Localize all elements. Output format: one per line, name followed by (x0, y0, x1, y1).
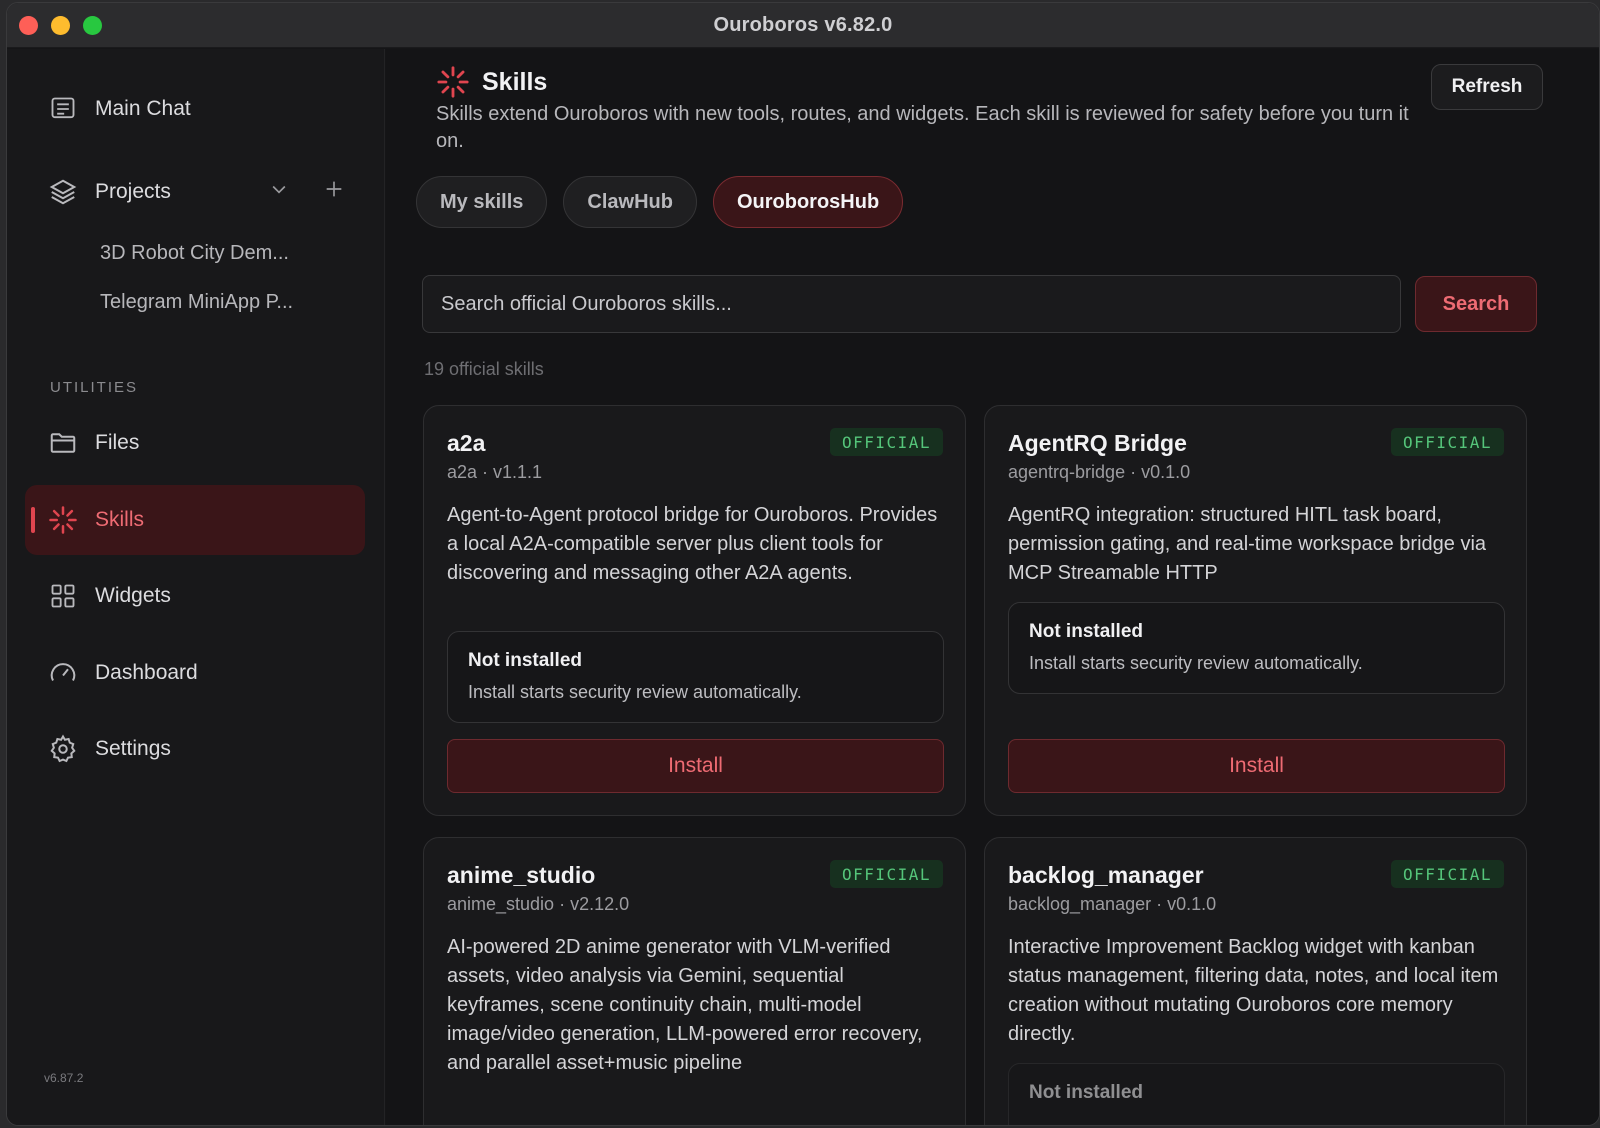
install-status-box: Not installed (1008, 1063, 1505, 1125)
tab-clawhub[interactable]: ClawHub (563, 176, 697, 228)
official-badge: OFFICIAL (1390, 428, 1504, 456)
page-description: Skills extend Ouroboros with new tools, … (436, 103, 1409, 152)
official-badge: OFFICIAL (1390, 860, 1504, 888)
install-button[interactable]: Install (1008, 739, 1505, 793)
official-badge: OFFICIAL (829, 860, 943, 888)
install-status-box: Not installed Install starts security re… (447, 631, 944, 723)
skill-meta: anime_studio · v2.12.0 (447, 894, 630, 914)
skill-meta: backlog_manager · v0.1.0 (1008, 894, 1217, 914)
close-window-button[interactable] (19, 16, 38, 35)
tab-ouroboroshub[interactable]: OuroborosHub (712, 176, 904, 228)
skill-name: AgentRQ Bridge (1008, 430, 1187, 456)
skill-card-agentrq-bridge: AgentRQ Bridge OFFICIAL agentrq-bridge ·… (984, 405, 1527, 816)
sidebar-item-label: Dashboard (95, 661, 198, 684)
skill-name: backlog_manager (1008, 862, 1204, 888)
tab-my-skills[interactable]: My skills (416, 176, 548, 228)
skill-meta: a2a · v1.1.1 (447, 462, 543, 482)
zoom-window-button[interactable] (83, 16, 102, 35)
layers-icon (47, 176, 79, 208)
gear-icon (47, 733, 79, 765)
folder-icon (47, 427, 79, 459)
project-item[interactable]: Telegram MiniApp P... (100, 291, 293, 314)
status-title: Not installed (1029, 1082, 1144, 1103)
sidebar-item-label: Skills (95, 508, 145, 531)
status-text: Install starts security review automatic… (468, 682, 802, 702)
main-content: Skills Skills extend Ouroboros with new … (386, 49, 1599, 1125)
app-version: v6.87.2 (44, 1071, 84, 1085)
status-title: Not installed (468, 650, 583, 671)
window-title: Ouroboros v6.82.0 (713, 13, 893, 36)
skill-card-backlog-manager: backlog_manager OFFICIAL backlog_manager… (984, 837, 1527, 1125)
status-text: Install starts security review automatic… (1029, 653, 1363, 673)
skill-card-a2a: a2a OFFICIAL a2a · v1.1.1 Agent-to-Agent… (423, 405, 966, 816)
window-controls (19, 16, 102, 35)
skill-description: AI-powered 2D anime generator with VLM-v… (447, 936, 923, 1074)
sidebar-item-projects[interactable]: Projects (25, 157, 365, 227)
install-status-box: Not installed Install starts security re… (1008, 602, 1505, 694)
skill-name: a2a (447, 430, 486, 456)
sidebar-item-widgets[interactable]: Widgets (25, 561, 365, 631)
skill-meta: agentrq-bridge · v0.1.0 (1008, 462, 1191, 482)
official-badge: OFFICIAL (829, 428, 943, 456)
search-input[interactable]: Search official Ouroboros skills... (422, 275, 1401, 333)
page-title: Skills (482, 67, 548, 96)
status-title: Not installed (1029, 621, 1144, 642)
sidebar-item-settings[interactable]: Settings (25, 714, 365, 784)
projects-actions (269, 178, 345, 207)
minimize-window-button[interactable] (51, 16, 70, 35)
skills-count: 19 official skills (424, 359, 544, 379)
install-button[interactable]: Install (447, 739, 944, 793)
skill-description: AgentRQ integration: structured HITL tas… (1008, 504, 1487, 584)
grid-icon (47, 580, 79, 612)
skill-card-anime-studio: anime_studio OFFICIAL anime_studio · v2.… (423, 837, 966, 1125)
sidebar-item-label: Widgets (95, 584, 171, 607)
sparkle-icon (436, 65, 470, 99)
refresh-button[interactable]: Refresh (1431, 64, 1543, 110)
add-project-icon[interactable] (323, 178, 345, 207)
sidebar: Main Chat Projects 3D Robot City Dem... … (7, 49, 385, 1125)
utilities-section-label: UTILITIES (50, 379, 139, 396)
sparkle-icon (47, 504, 79, 536)
project-item[interactable]: 3D Robot City Dem... (100, 242, 289, 265)
sidebar-item-label: Settings (95, 737, 171, 760)
sidebar-item-label: Main Chat (95, 97, 191, 120)
skill-description: Interactive Improvement Backlog widget w… (1008, 936, 1499, 1045)
gauge-icon (47, 657, 79, 689)
sidebar-item-label: Files (95, 431, 140, 454)
page-header: Skills (436, 65, 547, 99)
skill-name: anime_studio (447, 862, 596, 888)
sidebar-item-label: Projects (95, 180, 171, 203)
skill-description: Agent-to-Agent protocol bridge for Ourob… (447, 504, 938, 584)
sidebar-item-skills[interactable]: Skills (25, 485, 365, 555)
sidebar-item-files[interactable]: Files (25, 408, 365, 478)
sidebar-item-dashboard[interactable]: Dashboard (25, 638, 365, 708)
sidebar-item-main-chat[interactable]: Main Chat (25, 74, 365, 144)
chat-icon (47, 93, 79, 125)
tab-bar: My skills ClawHub OuroborosHub (416, 176, 904, 228)
title-bar: Ouroboros v6.82.0 (7, 3, 1599, 48)
search-button[interactable]: Search (1415, 276, 1537, 332)
chevron-down-icon[interactable] (269, 178, 289, 206)
app-window: Ouroboros v6.82.0 Main Chat Projects 3D … (6, 2, 1600, 1126)
